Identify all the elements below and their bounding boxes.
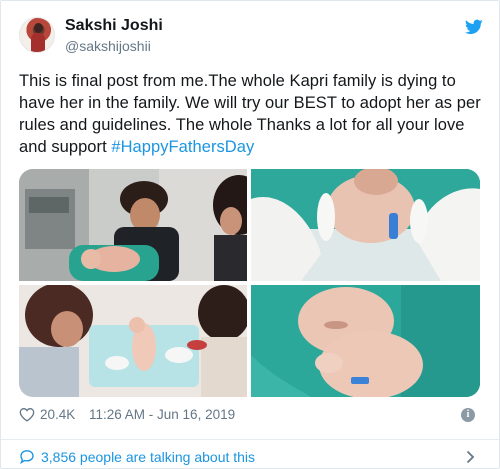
chevron-right-icon[interactable] [466, 450, 475, 464]
photo-1[interactable] [19, 169, 247, 281]
avatar[interactable] [19, 17, 55, 53]
tweet-meta-row: 20.4K 11:26 AM - Jun 16, 2019 i [19, 405, 483, 427]
divider [1, 439, 499, 440]
photo-2-image [251, 169, 480, 281]
photo-grid [19, 169, 480, 397]
photo-2[interactable] [251, 169, 480, 281]
tweet-text: This is final post from me.The whole Kap… [19, 70, 483, 158]
tweet-card: Sakshi Joshi @sakshijoshii This is final… [0, 0, 500, 469]
hashtag-link[interactable]: #HappyFathersDay [111, 138, 254, 156]
photo-1-image [19, 169, 247, 281]
like-count[interactable]: 20.4K [40, 407, 75, 422]
photo-3-image [19, 285, 247, 397]
avatar-head-shape [34, 23, 43, 33]
heart-icon[interactable] [19, 407, 35, 422]
speech-bubble-icon [20, 450, 34, 464]
twitter-bird-icon[interactable] [465, 19, 483, 35]
photo-3[interactable] [19, 285, 247, 397]
photo-4[interactable] [251, 285, 480, 397]
talking-count-link[interactable]: 3,856 people are talking about this [41, 449, 255, 465]
author-handle[interactable]: @sakshijoshii [65, 38, 151, 54]
info-icon[interactable]: i [461, 408, 475, 422]
tweet-timestamp[interactable]: 11:26 AM - Jun 16, 2019 [89, 407, 235, 422]
conversation-link-row[interactable]: 3,856 people are talking about this [19, 447, 483, 467]
avatar-body-shape [31, 33, 45, 52]
author-name[interactable]: Sakshi Joshi [65, 17, 163, 35]
photo-4-image [251, 285, 480, 397]
tweet-header: Sakshi Joshi @sakshijoshii [19, 15, 483, 59]
